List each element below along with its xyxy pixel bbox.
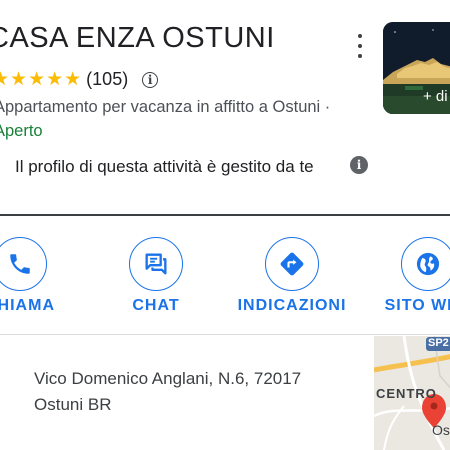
call-button-label[interactable]: CHIAMA <box>0 297 55 315</box>
address[interactable]: Vico Domenico Anglani, N.6, 72017 Ostuni… <box>34 366 364 418</box>
info-filled-icon[interactable]: i <box>350 156 368 174</box>
open-status: Aperto <box>0 122 43 140</box>
divider <box>0 334 450 335</box>
rating-row[interactable]: ★★★★★ (105) i <box>0 68 159 91</box>
map-thumbnail[interactable]: SP2 CENTRO Os <box>374 336 450 450</box>
globe-icon <box>416 252 440 276</box>
photo-more-label: + di <box>423 88 448 105</box>
star-rating-icon: ★★★★★ <box>0 69 83 90</box>
photo-thumbnail[interactable]: + di <box>383 22 450 114</box>
directions-button-label[interactable]: INDICAZIONI <box>238 297 347 315</box>
road-badge: SP2 <box>428 337 449 349</box>
place-title: CASA ENZA OSTUNI <box>0 22 275 54</box>
website-button[interactable] <box>401 237 450 291</box>
call-button[interactable] <box>0 237 47 291</box>
place-category: Appartamento per vacanza in affitto a Os… <box>0 98 331 116</box>
info-icon[interactable]: i <box>142 71 159 88</box>
website-button-label[interactable]: SITO WEB <box>385 297 450 315</box>
managed-profile-text[interactable]: Il profilo di questa attività è gestito … <box>15 154 335 180</box>
map-town-label: Os <box>432 422 450 438</box>
directions-icon <box>280 252 304 276</box>
phone-icon <box>10 254 30 274</box>
chat-button-label[interactable]: CHAT <box>132 297 179 315</box>
directions-button[interactable] <box>265 237 319 291</box>
rating-count[interactable]: (105) <box>86 69 128 90</box>
chevron-right-icon <box>0 160 2 172</box>
chat-button[interactable] <box>129 237 183 291</box>
more-options-icon[interactable] <box>350 32 370 60</box>
map-center-label: CENTRO <box>376 386 437 401</box>
address-line-2: Ostuni BR <box>34 395 112 414</box>
chat-icon <box>145 253 167 275</box>
address-line-1: Vico Domenico Anglani, N.6, 72017 <box>34 369 302 388</box>
divider <box>0 214 450 216</box>
